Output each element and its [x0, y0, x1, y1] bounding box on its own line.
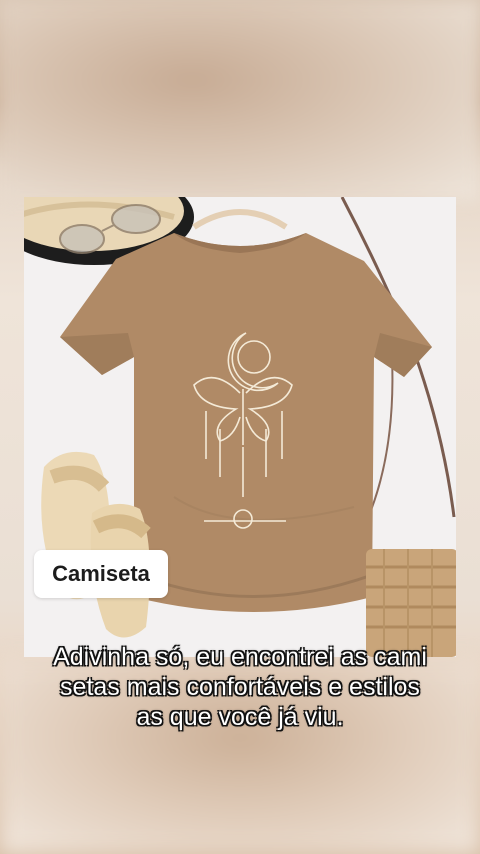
product-label: Camiseta	[52, 561, 150, 586]
product-label-chip: Camiseta	[34, 550, 168, 598]
straw-bag-icon	[366, 549, 456, 657]
video-caption: Adivinha só, eu encontrei as cami setas …	[16, 642, 464, 732]
blurred-background-top	[0, 0, 480, 200]
caption-line: Adivinha só, eu encontrei as cami	[53, 643, 427, 671]
caption-line: as que você já viu.	[136, 703, 344, 731]
hanger-icon	[192, 209, 288, 230]
sandals-icon	[41, 451, 151, 638]
caption-line: setas mais confortáveis e estilos	[60, 673, 420, 701]
